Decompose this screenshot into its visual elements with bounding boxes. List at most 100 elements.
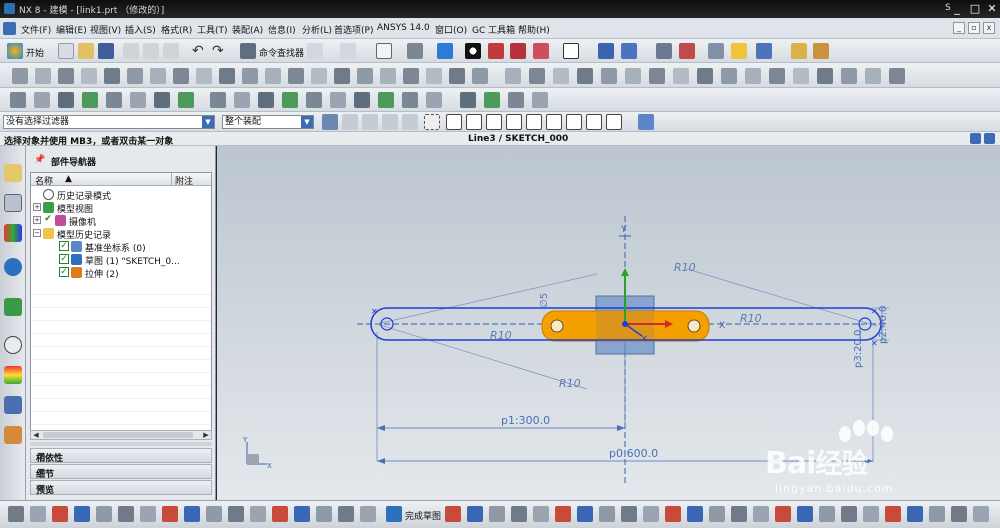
tree-item-cameras[interactable]: + ✔ 摄像机 <box>31 214 211 228</box>
sketch-tool-icon-17[interactable] <box>360 506 376 522</box>
maximize-button[interactable]: □ <box>968 2 982 15</box>
sketch-tool-icon-30[interactable] <box>709 506 725 522</box>
surface-icon-15[interactable] <box>354 92 370 108</box>
expand-icon[interactable]: + <box>33 216 41 224</box>
snap-endpoint-icon[interactable] <box>466 114 482 130</box>
feature-icon-15[interactable] <box>334 68 350 84</box>
menu-logo-icon[interactable] <box>3 22 16 35</box>
feature-icon-11[interactable] <box>242 68 258 84</box>
feature-icon-1[interactable] <box>12 68 28 84</box>
snap-icon-d[interactable] <box>402 114 418 130</box>
sketch-tool-icon-27[interactable] <box>643 506 659 522</box>
hd3d-tools-tab-icon[interactable] <box>4 258 22 276</box>
tree-item-datum-csys[interactable]: ✓ 基准坐标系 (0) <box>31 240 211 254</box>
surface-icon-16[interactable] <box>378 92 394 108</box>
feature-icon-5[interactable] <box>104 68 120 84</box>
sketch-tool-icon-11[interactable] <box>228 506 244 522</box>
doc-minimize-button[interactable]: _ <box>953 22 965 34</box>
feature-icon-33[interactable] <box>769 68 785 84</box>
finish-sketch-button[interactable]: 完成草图 <box>405 509 441 522</box>
sketch-tool-icon-18[interactable] <box>445 506 461 522</box>
snap-icon-b[interactable] <box>362 114 378 130</box>
expand-icon[interactable]: + <box>33 203 41 211</box>
panel-splitter[interactable] <box>30 442 212 446</box>
pin-icon[interactable]: 📌 <box>34 155 45 165</box>
edge-style-icon[interactable] <box>510 43 526 59</box>
wcs-icon[interactable] <box>598 43 614 59</box>
doc-close-button[interactable]: x <box>983 22 995 34</box>
sketch-tool-icon-34[interactable] <box>797 506 813 522</box>
start-icon[interactable] <box>7 43 23 59</box>
feature-icon-34[interactable] <box>793 68 809 84</box>
chevron-down-icon[interactable]: ▼ <box>36 450 47 461</box>
tool-icon-c[interactable] <box>756 43 772 59</box>
sketch-tool-icon-20[interactable] <box>489 506 505 522</box>
surface-icon-13[interactable] <box>306 92 322 108</box>
measure-icon[interactable] <box>679 43 695 59</box>
surface-icon-21[interactable] <box>508 92 524 108</box>
scroll-left-icon[interactable]: ◀ <box>31 431 41 439</box>
assembly-icon[interactable] <box>656 43 672 59</box>
collapse-icon[interactable]: − <box>33 229 41 237</box>
feature-icon-25[interactable] <box>577 68 593 84</box>
copy-icon[interactable] <box>143 43 159 59</box>
scroll-thumb[interactable] <box>43 432 193 438</box>
snap-icon-c[interactable] <box>382 114 398 130</box>
tool-icon-d[interactable] <box>791 43 807 59</box>
menu-analysis[interactable]: 分析(L) <box>302 23 332 36</box>
surface-icon-8[interactable] <box>178 92 194 108</box>
sketch-tool-icon-10[interactable] <box>206 506 222 522</box>
part-navigator-tab-icon[interactable] <box>4 194 22 212</box>
feature-icon-28[interactable] <box>649 68 665 84</box>
sketch-tool-icon-31[interactable] <box>731 506 747 522</box>
chevron-down-icon[interactable]: ▼ <box>36 482 47 493</box>
feature-icon-13[interactable] <box>288 68 304 84</box>
render-style-icon[interactable] <box>488 43 504 59</box>
sketch-tool-icon-15[interactable] <box>316 506 332 522</box>
sketch-tool-icon-41[interactable] <box>951 506 967 522</box>
zoom-icon[interactable] <box>407 43 423 59</box>
sketch-tool-icon-9[interactable] <box>184 506 200 522</box>
surface-icon-5[interactable] <box>106 92 122 108</box>
command-finder-icon[interactable] <box>240 43 256 59</box>
fit-icon[interactable] <box>376 43 392 59</box>
sketch-tool-icon-40[interactable] <box>929 506 945 522</box>
surface-icon-3[interactable] <box>58 92 74 108</box>
background-icon[interactable] <box>563 43 579 59</box>
surface-icon-2[interactable] <box>34 92 50 108</box>
sort-ascending-icon[interactable]: ▲ <box>65 174 72 184</box>
menu-gc-toolbox[interactable]: GC 工具箱 <box>472 23 515 36</box>
roles-tab-icon[interactable] <box>4 396 22 414</box>
tree-item-model-history[interactable]: − 模型历史记录 <box>31 227 211 241</box>
sketch-tool-icon-33[interactable] <box>775 506 791 522</box>
sketch-tool-icon-8[interactable] <box>162 506 178 522</box>
snap-control-icon[interactable] <box>506 114 522 130</box>
surface-icon-6[interactable] <box>130 92 146 108</box>
surface-icon-11[interactable] <box>258 92 274 108</box>
sketch-tool-icon-6[interactable] <box>118 506 134 522</box>
full-screen-icon[interactable] <box>970 133 981 144</box>
tool-icon-e[interactable] <box>813 43 829 59</box>
save-icon[interactable] <box>98 43 114 59</box>
rectangle-select-icon[interactable] <box>424 114 440 130</box>
feature-icon-37[interactable] <box>865 68 881 84</box>
sketch-tool-icon-42[interactable] <box>973 506 989 522</box>
sketch-tool-icon-28[interactable] <box>665 506 681 522</box>
sketch-tool-icon-38[interactable] <box>885 506 901 522</box>
feature-icon-35[interactable] <box>817 68 833 84</box>
feature-icon-10[interactable] <box>219 68 235 84</box>
menu-tools[interactable]: 工具(T) <box>197 23 228 36</box>
sketch-tool-icon-3[interactable] <box>52 506 68 522</box>
sketch-tool-icon-22[interactable] <box>533 506 549 522</box>
surface-icon-17[interactable] <box>402 92 418 108</box>
reuse-library-tab-icon[interactable] <box>4 224 22 242</box>
start-button[interactable]: 开始 <box>26 46 44 59</box>
datum-icon[interactable] <box>621 43 637 59</box>
visibility-checkbox[interactable]: ✓ <box>59 254 69 264</box>
sketch-tool-icon-36[interactable] <box>841 506 857 522</box>
feature-icon-12[interactable] <box>265 68 281 84</box>
surface-icon-20[interactable] <box>484 92 500 108</box>
sketch-tool-icon-5[interactable] <box>96 506 112 522</box>
feature-icon-24[interactable] <box>553 68 569 84</box>
command-finder-button[interactable]: 命令查找器 <box>259 46 304 59</box>
